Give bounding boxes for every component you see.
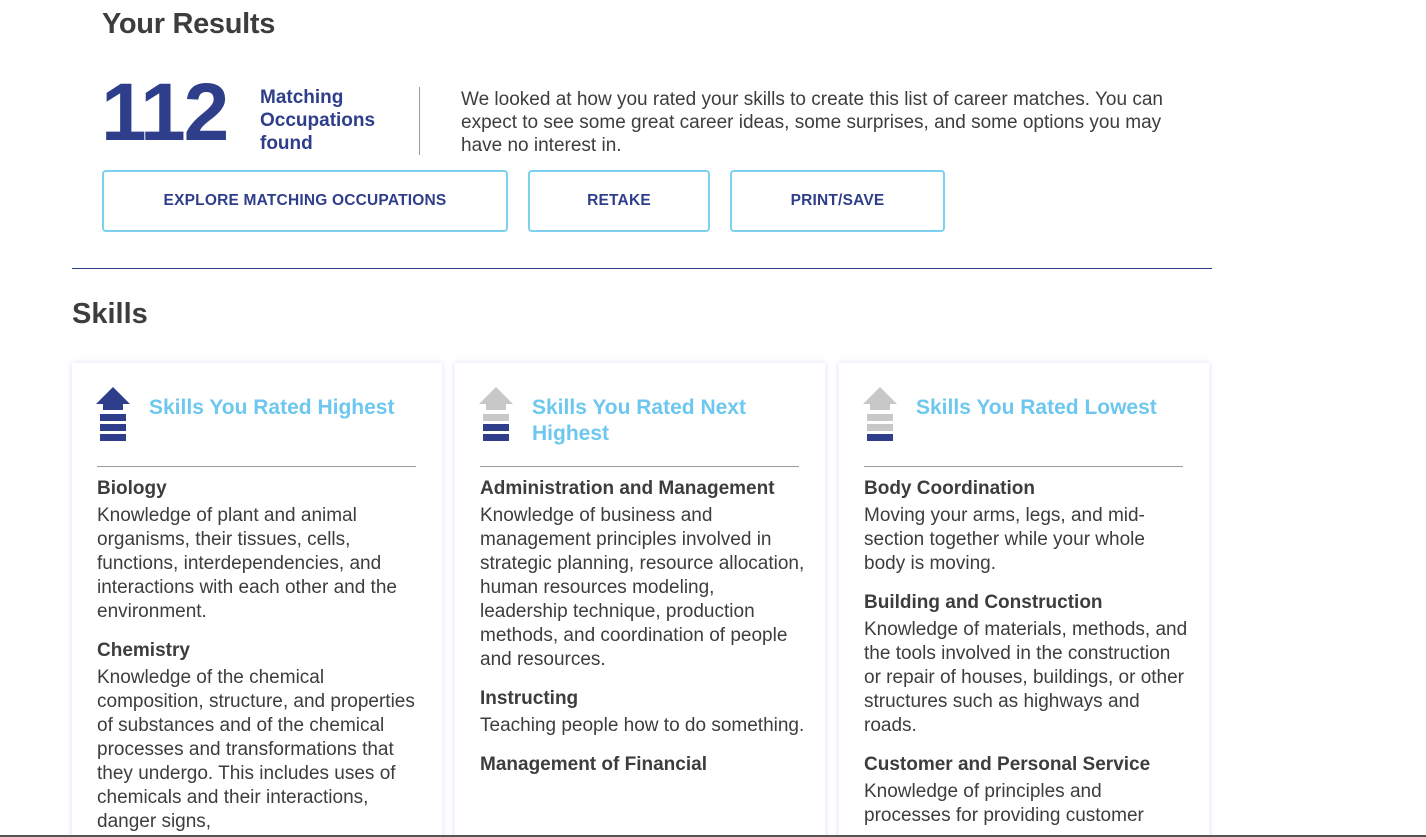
skill-description: Moving your arms, legs, and mid-section … [864,505,1145,574]
explore-matching-occupations-button[interactable]: EXPLORE MATCHING OCCUPATIONS [102,170,508,232]
skill-item: Management of Financial [480,753,805,777]
skills-card-next-highest: Skills You Rated Next Highest Administra… [455,363,825,837]
skill-description: Knowledge of plant and animal organisms,… [97,505,397,622]
skill-name: Management of Financial [480,754,707,775]
skill-item: Chemistry Knowledge of the chemical comp… [97,639,422,834]
matching-count: 112 [101,67,229,158]
skill-item: Customer and Personal Service Knowledge … [864,753,1189,828]
card-heading: Skills You Rated Highest [149,396,395,419]
print-save-button[interactable]: PRINT/SAVE [730,170,945,232]
skills-list: Biology Knowledge of plant and animal or… [97,477,422,837]
card-divider [97,466,416,467]
skills-card-highest: Skills You Rated Highest Biology Knowled… [72,363,442,837]
skill-item: Instructing Teaching people how to do so… [480,687,805,738]
skills-list: Body Coordination Moving your arms, legs… [864,477,1189,837]
arrow-level-highest-icon [96,387,130,441]
skill-name: Instructing [480,688,579,709]
results-intro: We looked at how you rated your skills t… [461,89,1163,156]
skill-description: Knowledge of principles and processes fo… [864,781,1144,826]
skill-name: Biology [97,478,167,499]
skill-item: Administration and Management Knowledge … [480,477,805,672]
skill-item: Building and Construction Knowledge of m… [864,591,1189,738]
skill-name: Customer and Personal Service [864,754,1151,775]
skill-description: Knowledge of materials, methods, and the… [864,619,1188,736]
skill-item: Body Coordination Moving your arms, legs… [864,477,1189,576]
skill-name: Building and Construction [864,592,1103,613]
section-divider [72,268,1212,269]
card-divider [864,466,1183,467]
retake-button[interactable]: RETAKE [528,170,710,232]
skill-description: Teaching people how to do something. [480,715,805,736]
arrow-level-lowest-icon [863,387,897,441]
card-heading: Skills You Rated Next Highest [532,396,746,445]
matching-count-label: Matching Occupations found [260,87,376,154]
vertical-divider [419,87,420,155]
page-title: Your Results [102,8,276,40]
skill-item: Biology Knowledge of plant and animal or… [97,477,422,624]
skills-card-lowest: Skills You Rated Lowest Body Coordinatio… [839,363,1209,837]
arrow-level-next-highest-icon [479,387,513,441]
skill-name: Body Coordination [864,478,1035,499]
skill-name: Chemistry [97,640,190,661]
card-divider [480,466,799,467]
skill-name: Administration and Management [480,478,775,499]
skills-section-title: Skills [72,298,148,330]
skill-description: Knowledge of the chemical composition, s… [97,667,415,832]
skills-list: Administration and Management Knowledge … [480,477,805,792]
card-heading: Skills You Rated Lowest [916,396,1157,419]
skill-description: Knowledge of business and management pri… [480,505,805,670]
